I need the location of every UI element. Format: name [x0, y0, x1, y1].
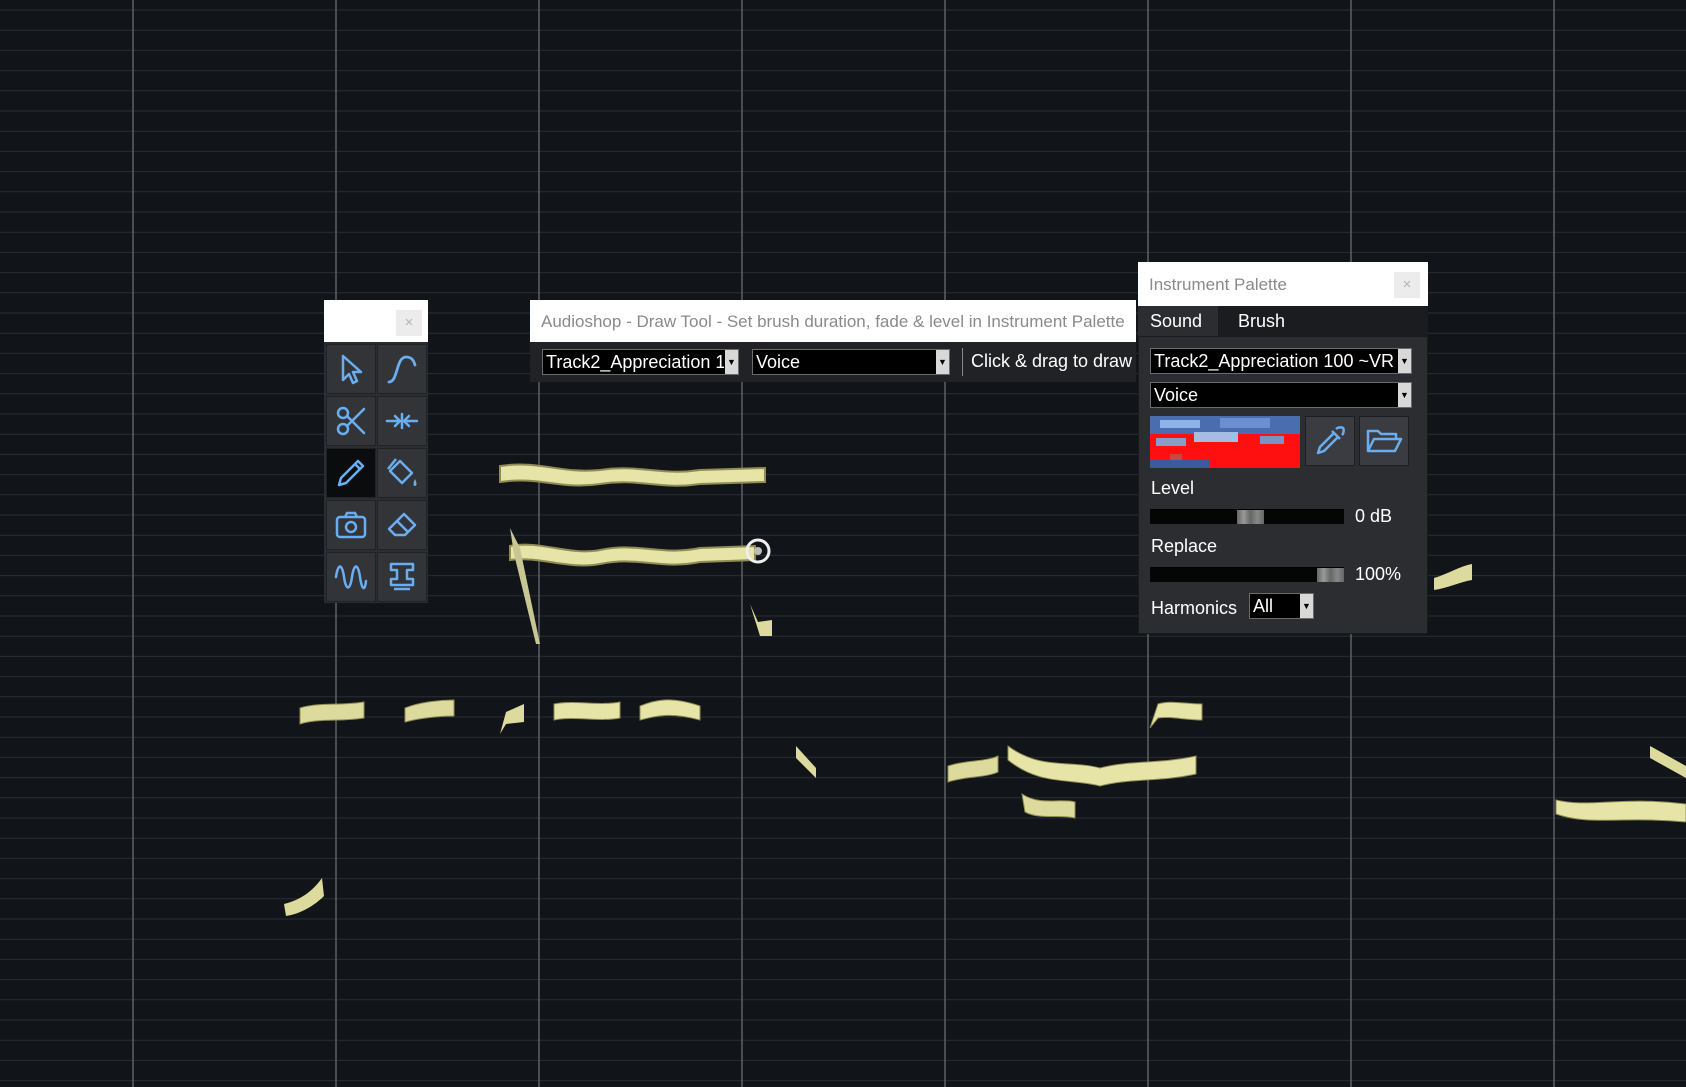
palette-voice-value: Voice	[1154, 385, 1199, 405]
harmonics-select[interactable]: All ▼	[1249, 593, 1314, 619]
camera-icon	[335, 511, 367, 539]
palette-track-value: Track2_Appreciation 100 ~VR Mix	[1154, 351, 1397, 371]
note-stroke	[500, 704, 524, 734]
open-folder-button[interactable]	[1359, 416, 1409, 466]
pencil-icon	[337, 459, 365, 487]
voice-select[interactable]: Voice ▼	[752, 349, 950, 375]
draw-tool-toolbar: Track2_Appreciation 100 ~VR Mix ▼ Voice …	[530, 342, 1136, 382]
note-stroke	[509, 543, 756, 567]
note-stroke	[796, 746, 816, 778]
spectral-canvas[interactable]	[0, 0, 1686, 1087]
join-tool[interactable]	[377, 396, 427, 446]
scissors-icon	[336, 406, 366, 436]
note-stroke	[1007, 745, 1197, 787]
paint-bucket-tool[interactable]	[377, 448, 427, 498]
draw-tool-panel: Audioshop - Draw Tool - Set brush durati…	[530, 300, 1136, 382]
replace-slider-thumb[interactable]	[1317, 568, 1344, 582]
scissors-tool[interactable]	[326, 396, 376, 446]
arrow-cursor-tool[interactable]	[326, 344, 376, 394]
harmonics-label: Harmonics	[1151, 598, 1238, 618]
curve-icon	[387, 355, 417, 384]
sound-tab-body: Track2_Appreciation 100 ~VR Mix ▼ Voice …	[1138, 336, 1428, 634]
track-select[interactable]: Track2_Appreciation 100 ~VR Mix ▼	[542, 349, 739, 375]
replace-slider[interactable]	[1150, 567, 1344, 582]
curve-tool[interactable]	[377, 344, 427, 394]
note-stroke	[1434, 564, 1472, 590]
track-select-value: Track2_Appreciation 100 ~VR Mix	[546, 352, 724, 372]
level-label: Level	[1151, 478, 1195, 498]
note-stroke	[284, 878, 324, 916]
note-stroke	[404, 699, 455, 723]
tool-palette: ×	[324, 300, 428, 603]
tool-palette-titlebar[interactable]: ×	[324, 300, 428, 342]
note-stroke	[499, 463, 766, 487]
close-icon[interactable]: ×	[1394, 272, 1420, 298]
eraser-tool[interactable]	[377, 500, 427, 550]
note-stroke	[1650, 746, 1686, 778]
instrument-palette-titlebar[interactable]: Instrument Palette ×	[1138, 262, 1428, 306]
waveform-icon	[334, 565, 368, 590]
tab-sound[interactable]: Sound	[1138, 306, 1218, 336]
paint-bucket-icon	[387, 458, 417, 486]
tool-grid	[324, 342, 428, 603]
join-arrows-icon	[385, 412, 419, 430]
brush-cursor-center	[754, 547, 762, 555]
note-stroke	[750, 604, 772, 636]
note-stroke	[299, 701, 365, 725]
instrument-palette-tabs: Sound Brush	[1138, 306, 1428, 336]
sound-preview-thumbnail[interactable]	[1150, 416, 1300, 468]
waveform-tool[interactable]	[326, 552, 376, 602]
palette-track-select[interactable]: Track2_Appreciation 100 ~VR Mix ▼	[1150, 348, 1412, 374]
camera-tool[interactable]	[326, 500, 376, 550]
toolbar-divider	[962, 348, 963, 376]
note-stroke	[553, 701, 621, 721]
close-icon[interactable]: ×	[396, 310, 422, 336]
pencil-tool[interactable]	[326, 448, 376, 498]
folder-open-icon	[1366, 429, 1403, 453]
level-value: 0 dB	[1355, 506, 1393, 526]
chevron-down-icon[interactable]: ▼	[1398, 383, 1411, 407]
voice-select-value: Voice	[756, 352, 801, 372]
palette-voice-select[interactable]: Voice ▼	[1150, 382, 1412, 408]
chevron-down-icon[interactable]: ▼	[936, 350, 949, 374]
replace-value: 100%	[1355, 564, 1402, 584]
eraser-icon	[387, 512, 417, 537]
replace-label: Replace	[1151, 536, 1218, 556]
draw-tool-title[interactable]: Audioshop - Draw Tool - Set brush durati…	[530, 300, 1136, 342]
draw-hint-text: Click & drag to draw	[971, 351, 1133, 371]
eyedropper-icon	[1316, 426, 1345, 455]
stamp-icon	[389, 562, 415, 591]
stamp-tool[interactable]	[377, 552, 427, 602]
chevron-down-icon[interactable]: ▼	[1300, 594, 1313, 618]
chevron-down-icon[interactable]: ▼	[1398, 349, 1411, 373]
harmonics-value: All	[1253, 596, 1274, 616]
chevron-down-icon[interactable]: ▼	[725, 350, 738, 374]
level-slider-thumb[interactable]	[1236, 510, 1264, 524]
arrow-cursor-icon	[341, 354, 363, 385]
instrument-palette: Instrument Palette × Sound Brush Track2_…	[1138, 262, 1428, 634]
level-slider[interactable]	[1150, 509, 1344, 524]
drawn-notes-layer	[284, 463, 1686, 916]
instrument-palette-title: Instrument Palette	[1149, 275, 1287, 294]
eyedropper-button[interactable]	[1305, 416, 1355, 466]
note-stroke	[1555, 799, 1686, 823]
tab-brush[interactable]: Brush	[1226, 306, 1306, 336]
note-stroke	[1149, 701, 1203, 729]
